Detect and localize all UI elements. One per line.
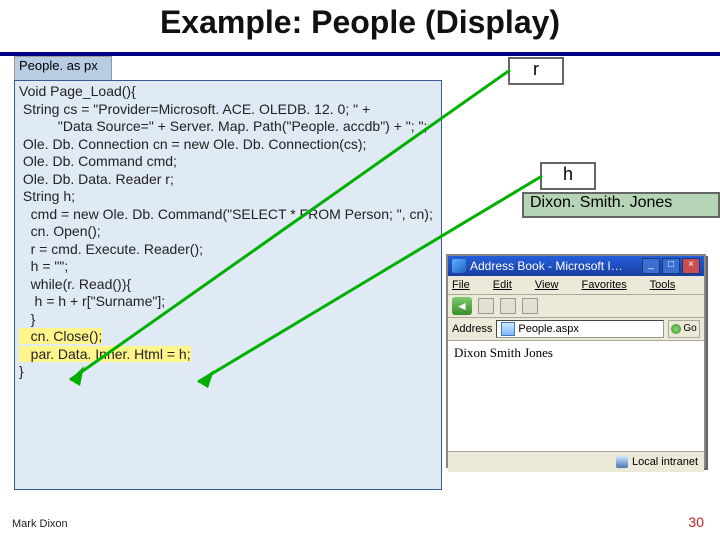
address-value: People.aspx (518, 321, 579, 337)
page-icon (501, 322, 515, 336)
code-line: String cs = "Provider=Microsoft. ACE. OL… (19, 101, 374, 117)
code-line: Void Page_Load(){ (19, 83, 136, 99)
close-button[interactable]: × (682, 258, 700, 274)
browser-title-left: Address Book - Microsoft I… (452, 259, 623, 273)
browser-menubar: File Edit View Favorites Tools (448, 276, 704, 295)
code-line: h = h + r["Surname"]; (19, 293, 165, 309)
code-line: cmd = new Ole. Db. Command("SELECT * FRO… (19, 206, 433, 222)
menu-favorites[interactable]: Favorites (582, 279, 637, 291)
minimize-button[interactable]: _ (642, 258, 660, 274)
zone-label: Local intranet (632, 456, 698, 468)
address-field[interactable]: People.aspx (496, 320, 664, 338)
code-line: Ole. Db. Data. Reader r; (19, 171, 174, 187)
window-buttons: _ □ × (642, 258, 700, 274)
browser-toolbar: ◄ (448, 295, 704, 318)
page-content: Dixon Smith Jones (454, 345, 553, 360)
code-line-highlight: par. Data. Inner. Html = h; (19, 346, 191, 362)
page-title: Example: People (Display) (0, 4, 720, 41)
browser-titlebar: Address Book - Microsoft I… _ □ × (448, 256, 704, 276)
callout-names: Dixon. Smith. Jones (522, 192, 720, 218)
code-line: while(r. Read()){ (19, 276, 131, 292)
go-button[interactable]: Go (668, 320, 700, 338)
go-icon (671, 324, 681, 334)
callout-r: r (508, 57, 564, 85)
browser-title-text: Address Book - Microsoft I… (470, 259, 623, 273)
menu-view[interactable]: View (535, 279, 569, 291)
code-line: r = cmd. Execute. Reader(); (19, 241, 203, 257)
callout-h: h (540, 162, 596, 190)
maximize-button[interactable]: □ (662, 258, 680, 274)
code-line: "Data Source=" + Server. Map. Path("Peop… (19, 118, 427, 134)
footer-page-number: 30 (688, 514, 704, 530)
menu-edit[interactable]: Edit (493, 279, 522, 291)
back-button[interactable]: ◄ (452, 297, 472, 315)
code-box: Void Page_Load(){ String cs = "Provider=… (14, 80, 442, 490)
refresh-button[interactable] (522, 298, 538, 314)
browser-window: Address Book - Microsoft I… _ □ × File E… (446, 254, 706, 468)
zone-icon (616, 456, 628, 468)
forward-button[interactable] (478, 298, 494, 314)
ie-icon (452, 259, 466, 273)
browser-body: Dixon Smith Jones (448, 341, 704, 452)
code-line: String h; (19, 188, 75, 204)
code-line: Ole. Db. Command cmd; (19, 153, 177, 169)
slide: Example: People (Display) People. as px … (0, 0, 720, 540)
code-line: Ole. Db. Connection cn = new Ole. Db. Co… (19, 136, 366, 152)
menu-file[interactable]: File (452, 279, 480, 291)
code-line: } (19, 311, 35, 327)
header-bar: Example: People (Display) (0, 0, 720, 56)
code-line: } (19, 363, 24, 379)
address-label: Address (452, 323, 492, 335)
code-line: cn. Open(); (19, 223, 101, 239)
stop-button[interactable] (500, 298, 516, 314)
browser-addressbar: Address People.aspx Go (448, 318, 704, 341)
go-label: Go (683, 322, 696, 336)
browser-statusbar: Local intranet (448, 452, 704, 472)
menu-tools[interactable]: Tools (650, 279, 686, 291)
code-line: h = ""; (19, 258, 68, 274)
footer-author: Mark Dixon (12, 518, 68, 530)
code-line-highlight: cn. Close(); (19, 328, 102, 344)
